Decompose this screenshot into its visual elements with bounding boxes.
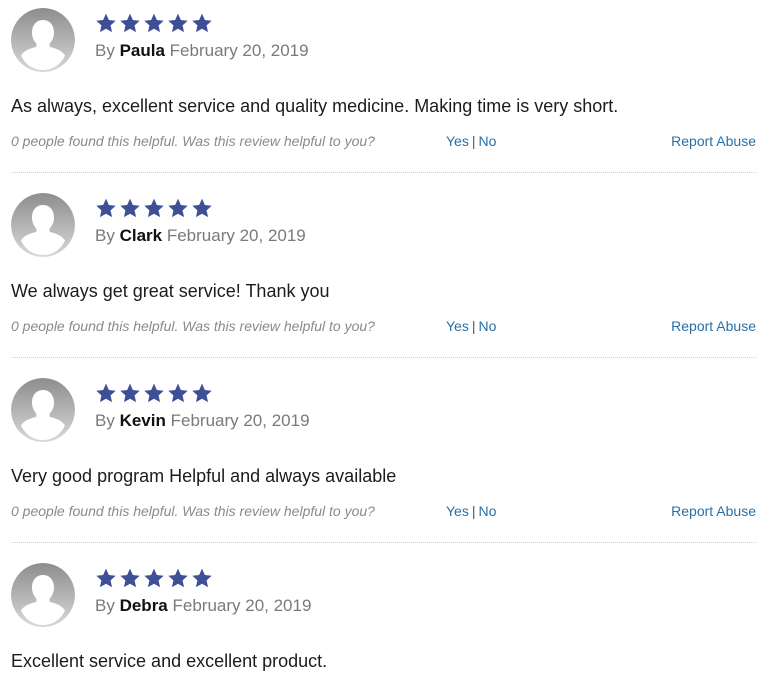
- star-icon: [120, 568, 140, 588]
- report-abuse-link[interactable]: Report Abuse: [671, 133, 756, 149]
- vote-separator: |: [471, 133, 476, 149]
- reviewer-name: Debra: [119, 596, 168, 615]
- star-rating: [95, 12, 213, 34]
- helpful-count-text: 0 people found this helpful. Was this re…: [11, 318, 375, 334]
- star-icon: [96, 198, 116, 218]
- review-text: As always, excellent service and quality…: [11, 96, 619, 116]
- user-avatar-icon: [11, 378, 75, 442]
- divider: [11, 172, 756, 173]
- star-icon: [144, 568, 164, 588]
- user-avatar-icon: [11, 193, 75, 257]
- yes-vote-link[interactable]: Yes: [446, 503, 469, 519]
- review-date: February 20, 2019: [172, 596, 312, 615]
- yes-vote-link[interactable]: Yes: [446, 133, 469, 149]
- star-icon: [168, 568, 188, 588]
- helpful-count-text: 0 people found this helpful. Was this re…: [11, 133, 375, 149]
- star-icon: [144, 383, 164, 403]
- divider: [11, 357, 756, 358]
- star-rating: [95, 567, 213, 589]
- helpful-vote: Yes | No: [446, 503, 496, 519]
- user-avatar-icon: [11, 563, 75, 627]
- report-abuse-link[interactable]: Report Abuse: [671, 503, 756, 519]
- star-icon: [192, 198, 212, 218]
- star-icon: [96, 13, 116, 33]
- yes-vote-link[interactable]: Yes: [446, 318, 469, 334]
- user-avatar-icon: [11, 8, 75, 72]
- no-vote-link[interactable]: No: [478, 318, 496, 334]
- star-icon: [120, 383, 140, 403]
- vote-separator: |: [471, 503, 476, 519]
- helpful-vote: Yes | No: [446, 318, 496, 334]
- star-icon: [144, 13, 164, 33]
- byline-prefix: By: [95, 596, 115, 615]
- no-vote-link[interactable]: No: [478, 133, 496, 149]
- no-vote-link[interactable]: No: [478, 503, 496, 519]
- star-icon: [144, 198, 164, 218]
- star-rating: [95, 197, 213, 219]
- review-byline: By Paula February 20, 2019: [95, 41, 309, 61]
- review-date: February 20, 2019: [170, 411, 310, 430]
- byline-prefix: By: [95, 226, 115, 245]
- review-byline: By Debra February 20, 2019: [95, 596, 311, 616]
- reviewer-name: Clark: [119, 226, 163, 245]
- byline-prefix: By: [95, 41, 115, 60]
- star-icon: [168, 13, 188, 33]
- review-item: By Paula February 20, 2019 As always, ex…: [0, 0, 766, 185]
- review-text: We always get great service! Thank you: [11, 281, 330, 301]
- reviewer-name: Kevin: [119, 411, 166, 430]
- star-icon: [192, 13, 212, 33]
- review-item: By Clark February 20, 2019 We always get…: [0, 185, 766, 370]
- review-date: February 20, 2019: [169, 41, 309, 60]
- star-icon: [168, 383, 188, 403]
- helpful-count-text: 0 people found this helpful. Was this re…: [11, 503, 375, 519]
- star-icon: [120, 13, 140, 33]
- review-date: February 20, 2019: [166, 226, 306, 245]
- divider: [11, 542, 756, 543]
- report-abuse-link[interactable]: Report Abuse: [671, 318, 756, 334]
- star-icon: [120, 198, 140, 218]
- reviewer-name: Paula: [119, 41, 165, 60]
- review-item: By Kevin February 20, 2019 Very good pro…: [0, 370, 766, 555]
- star-icon: [96, 568, 116, 588]
- review-byline: By Kevin February 20, 2019: [95, 411, 310, 431]
- star-icon: [192, 383, 212, 403]
- vote-separator: |: [471, 318, 476, 334]
- star-icon: [168, 198, 188, 218]
- star-rating: [95, 382, 213, 404]
- review-text: Excellent service and excellent product.: [11, 651, 328, 671]
- star-icon: [192, 568, 212, 588]
- helpful-vote: Yes | No: [446, 133, 496, 149]
- review-item: By Debra February 20, 2019 Excellent ser…: [0, 555, 766, 678]
- review-byline: By Clark February 20, 2019: [95, 226, 306, 246]
- byline-prefix: By: [95, 411, 115, 430]
- review-text: Very good program Helpful and always ava…: [11, 466, 397, 486]
- star-icon: [96, 383, 116, 403]
